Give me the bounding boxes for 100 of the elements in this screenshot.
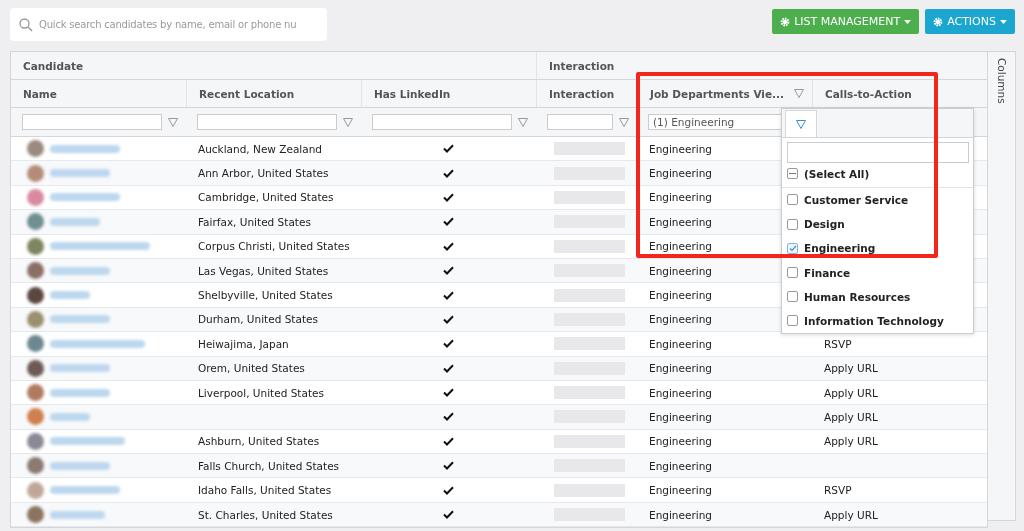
location-cell: Idaho Falls, United States [198, 484, 332, 497]
filter-icon[interactable] [343, 117, 353, 127]
avatar [27, 310, 44, 328]
avatar [27, 140, 44, 158]
department-cell: Engineering [649, 337, 712, 350]
department-cell: Engineering [649, 191, 712, 204]
checkbox[interactable] [787, 315, 798, 327]
avatar [27, 262, 44, 280]
blurred-name [50, 193, 120, 202]
avatar [27, 384, 44, 402]
avatar [27, 506, 44, 524]
blurred-name [50, 144, 120, 153]
avatar [27, 237, 44, 255]
blurred-name [50, 266, 110, 275]
search-icon [19, 17, 33, 32]
filter-field[interactable] [372, 114, 512, 130]
cta-cell: Apply URL [824, 386, 878, 399]
department-cell: Engineering [649, 142, 712, 155]
group-header: Interaction [549, 59, 615, 72]
avatar [27, 335, 44, 353]
department-cell: Engineering [649, 313, 712, 326]
checkbox[interactable] [787, 291, 798, 303]
avatar [27, 457, 44, 475]
filter-option[interactable]: Engineering [782, 236, 973, 261]
column-header[interactable]: Calls-to-Action [825, 87, 912, 100]
gear-icon [780, 16, 791, 27]
checkbox[interactable] [787, 218, 798, 230]
avatar [27, 188, 44, 206]
cta-cell: Apply URL [824, 362, 878, 375]
filter-option[interactable]: Human Resources [782, 284, 973, 309]
group-header: Candidate [23, 59, 84, 72]
department-cell: Engineering [649, 167, 712, 180]
location-cell: Durham, United States [198, 313, 318, 326]
filter-field[interactable] [547, 114, 613, 130]
cta-cell: Apply URL [824, 411, 878, 423]
department-cell: Engineering [649, 215, 712, 228]
location-cell: Liverpool, United States [198, 386, 324, 399]
blurred-name [50, 315, 110, 324]
cta-cell: RSVP [824, 484, 852, 497]
column-header[interactable]: Has LinkedIn [374, 87, 451, 100]
filter-tab[interactable] [785, 110, 817, 137]
location-cell: Corpus Christi, United States [198, 240, 350, 253]
department-cell: Engineering [649, 289, 712, 302]
filter-icon[interactable] [518, 117, 528, 127]
columns-panel-tab[interactable]: Columns [988, 51, 1016, 521]
filter-field[interactable] [197, 114, 337, 130]
department-cell: Engineering [649, 484, 712, 497]
location-cell: Shelbyville, United States [198, 289, 333, 302]
filter-option[interactable]: Finance [782, 260, 973, 285]
caret-icon [904, 19, 912, 24]
avatar [27, 408, 44, 426]
filter-option[interactable]: Information Technology [782, 308, 973, 333]
location-cell: Heiwajima, Japan [198, 337, 289, 350]
blurred-name [50, 486, 120, 495]
gear-icon [933, 16, 944, 27]
department-cell: Engineering [649, 508, 712, 521]
location-cell: Las Vegas, United States [198, 264, 329, 277]
avatar [27, 213, 44, 231]
caret-icon [1000, 19, 1007, 24]
filter-option[interactable]: Customer Service [782, 187, 973, 212]
avatar [27, 359, 44, 377]
column-header[interactable]: Job Departments Vie... [650, 87, 785, 100]
column-header[interactable]: Interaction [549, 87, 615, 100]
avatar [27, 164, 44, 182]
blurred-name [50, 510, 105, 519]
blurred-name [50, 388, 110, 397]
blurred-name [50, 217, 100, 226]
department-cell: Engineering [649, 411, 712, 423]
select-all-option[interactable]: (Select All) [782, 164, 973, 188]
location-cell: Fairfax, United States [198, 215, 311, 228]
filter-option[interactable]: Design [782, 211, 973, 237]
blurred-name [50, 169, 110, 178]
location-cell: Ann Arbor, United States [198, 167, 329, 180]
blurred-name [50, 413, 90, 421]
cta-cell: Apply URL [824, 435, 878, 448]
filter-field[interactable] [22, 114, 162, 130]
blurred-name [50, 291, 90, 300]
department-cell: Engineering [649, 435, 712, 448]
filter-icon[interactable] [168, 117, 178, 127]
checkbox[interactable] [787, 242, 798, 254]
checkbox[interactable] [787, 194, 798, 206]
location-cell: St. Charles, United States [198, 508, 333, 521]
department-cell: Engineering [649, 264, 712, 277]
avatar [27, 286, 44, 304]
department-cell: Engineering [649, 240, 712, 253]
column-header[interactable]: Recent Location [199, 87, 295, 100]
avatar [27, 481, 44, 499]
filter-search-field[interactable] [787, 142, 969, 163]
column-header[interactable]: Name [23, 87, 57, 100]
department-cell: Engineering [649, 362, 712, 375]
department-cell: Engineering [649, 459, 712, 472]
cta-cell: RSVP [824, 337, 852, 350]
filter-icon[interactable] [619, 117, 629, 127]
department-cell: Engineering [649, 386, 712, 399]
filter-icon[interactable] [796, 119, 806, 129]
blurred-name [50, 364, 110, 373]
checkbox[interactable] [787, 168, 798, 180]
filter-icon[interactable] [794, 89, 805, 98]
checkbox[interactable] [787, 267, 798, 278]
location-cell: Ashburn, United States [198, 435, 320, 448]
